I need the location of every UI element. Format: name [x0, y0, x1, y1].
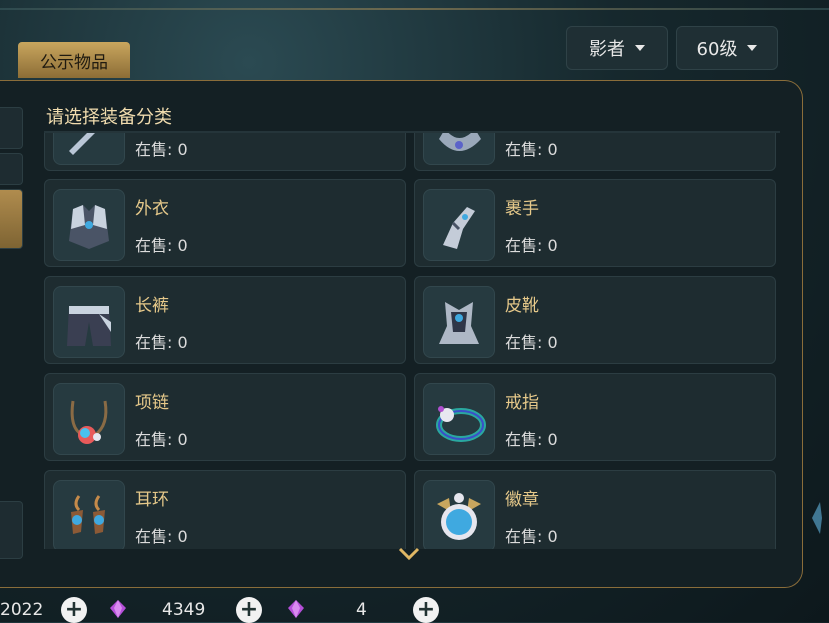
- category-name: 耳环: [135, 490, 169, 510]
- category-name: 裹手: [505, 199, 539, 219]
- category-card-coat[interactable]: 外衣 在售: 0: [44, 179, 406, 267]
- class-dropdown-label: 影者: [589, 39, 625, 60]
- side-tab-active[interactable]: [0, 189, 23, 249]
- category-name: 长裤: [135, 296, 169, 316]
- shoulder-icon: [423, 133, 495, 165]
- category-sale-count: 在售: 0: [135, 236, 188, 255]
- earring-icon: [53, 480, 125, 549]
- category-sale-count: 在售: 0: [505, 236, 558, 255]
- boots-icon: [423, 286, 495, 358]
- level-dropdown[interactable]: 60级: [676, 26, 778, 70]
- currency-bar: 2022 + 4349 + 4 +: [0, 596, 829, 623]
- category-card-boots[interactable]: 皮靴 在售: 0: [414, 276, 776, 364]
- category-sale-count: 在售: 0: [135, 333, 188, 352]
- diamond-amount: 4349: [162, 600, 206, 620]
- chest-armor-icon: [53, 189, 125, 261]
- category-sale-count: 在售: 0: [135, 140, 188, 159]
- category-card-pants[interactable]: 长裤 在售: 0: [44, 276, 406, 364]
- level-dropdown-label: 60级: [696, 39, 738, 60]
- category-card-shoulder[interactable]: 在售: 0: [414, 133, 776, 171]
- add-gold-button[interactable]: +: [61, 597, 87, 623]
- add-diamond-button[interactable]: +: [236, 597, 262, 623]
- chevron-down-icon: [635, 45, 645, 51]
- scroll-down-chevron-icon[interactable]: [398, 546, 420, 565]
- category-card-ring[interactable]: 戒指 在售: 0: [414, 373, 776, 461]
- weapon-icon: [53, 133, 125, 165]
- top-divider: [0, 8, 829, 10]
- ring-icon: [423, 383, 495, 455]
- pants-icon: [53, 286, 125, 358]
- category-name: 徽章: [505, 490, 539, 510]
- category-card-weapon[interactable]: 在售: 0: [44, 133, 406, 171]
- add-gem-button[interactable]: +: [413, 597, 439, 623]
- chevron-down-icon: [747, 45, 758, 51]
- category-sale-count: 在售: 0: [135, 527, 188, 546]
- panel-title: 请选择装备分类: [46, 107, 172, 128]
- necklace-icon: [53, 383, 125, 455]
- category-card-necklace[interactable]: 项链 在售: 0: [44, 373, 406, 461]
- class-dropdown[interactable]: 影者: [566, 26, 668, 70]
- category-sale-count: 在售: 0: [505, 527, 558, 546]
- tab-public-items[interactable]: 公示物品: [18, 42, 130, 78]
- category-card-badge[interactable]: 徽章 在售: 0: [414, 470, 776, 549]
- category-name: 项链: [135, 393, 169, 413]
- category-card-earring[interactable]: 耳环 在售: 0: [44, 470, 406, 549]
- side-tab[interactable]: [0, 501, 23, 559]
- category-name: 外衣: [135, 199, 169, 219]
- badge-icon: [423, 480, 495, 549]
- category-sale-count: 在售: 0: [505, 140, 558, 159]
- diamond-icon: [110, 600, 126, 618]
- side-tab[interactable]: [0, 107, 23, 149]
- decoration-icon: [808, 498, 828, 542]
- category-card-gloves[interactable]: 裹手 在售: 0: [414, 179, 776, 267]
- gem-amount: 4: [356, 600, 367, 620]
- category-name: 戒指: [505, 393, 539, 413]
- gauntlet-icon: [423, 189, 495, 261]
- side-tab[interactable]: [0, 153, 23, 185]
- category-name: 皮靴: [505, 296, 539, 316]
- category-grid: 在售: 0 在售: 0 外衣 在售: 0 裹手 在售: 0 长裤 在售: 0 皮…: [44, 133, 776, 549]
- gold-amount: 2022: [0, 600, 44, 620]
- category-sale-count: 在售: 0: [505, 430, 558, 449]
- gem-icon: [288, 600, 304, 618]
- equipment-panel: 请选择装备分类 在售: 0 在售: 0 外衣 在售: 0 裹手 在售: 0 长裤…: [0, 80, 803, 588]
- category-sale-count: 在售: 0: [135, 430, 188, 449]
- category-sale-count: 在售: 0: [505, 333, 558, 352]
